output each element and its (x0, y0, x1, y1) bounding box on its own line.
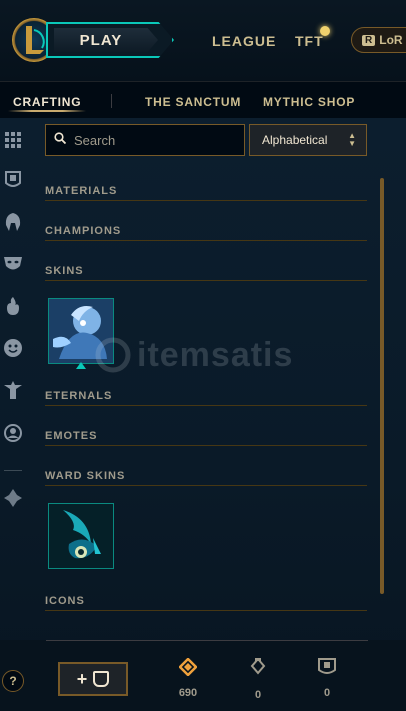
tab-separator (111, 94, 112, 108)
bottom-divider (46, 640, 368, 641)
orange-essence-icon (178, 657, 198, 677)
crafting-panel: Alphabetical ▲▼ MATERIALS CHAMPIONS SKIN… (0, 118, 406, 711)
help-button[interactable]: ? (2, 670, 24, 692)
updown-chevron-icon: ▲ ▼ (348, 131, 356, 148)
bottom-bar: ? + 690 0 0 (0, 640, 406, 711)
watermark-logo-icon (95, 337, 131, 373)
play-button-label: PLAY (79, 31, 123, 49)
ward-skin-tile[interactable] (48, 503, 114, 569)
top-bar: PLAY LEAGUE TFT R LoR (0, 0, 406, 82)
section-eternals[interactable]: ETERNALS (45, 386, 367, 406)
chest-icon (93, 671, 110, 687)
watermark: itemsatis (95, 332, 325, 378)
search-input[interactable] (74, 132, 234, 148)
section-materials[interactable]: MATERIALS (45, 181, 367, 201)
section-label: SKINS (45, 265, 84, 277)
chest-value: 0 (323, 687, 331, 699)
lor-badge-icon: R (362, 34, 376, 46)
scrollbar[interactable] (380, 178, 384, 594)
lor-button[interactable]: R LoR (351, 27, 406, 53)
section-label: ICONS (45, 595, 85, 607)
filter-icon[interactable] (3, 488, 23, 508)
section-label: MATERIALS (45, 185, 118, 197)
section-label: WARD SKINS (45, 470, 126, 482)
section-label: CHAMPIONS (45, 225, 122, 237)
chest-icon (318, 658, 336, 674)
orange-essence-counter: 690 (173, 657, 203, 699)
orange-essence-value: 690 (178, 687, 198, 699)
chest-icon[interactable] (3, 170, 23, 190)
key-fragment-counter: 0 (243, 657, 273, 701)
sort-dropdown[interactable]: Alphabetical ▲ ▼ (249, 124, 367, 156)
nav-league[interactable]: LEAGUE (212, 33, 276, 49)
plus-icon: + (76, 668, 88, 689)
ward-skin-image (49, 504, 113, 568)
tab-crafting[interactable]: CRAFTING (13, 95, 81, 109)
search-box[interactable] (45, 124, 245, 156)
emote-icon[interactable] (3, 338, 23, 358)
flame-icon[interactable] (3, 296, 23, 316)
active-tab-underline (8, 110, 86, 112)
sub-tabs: CRAFTING THE SANCTUM MYTHIC SHOP (0, 82, 406, 118)
section-emotes[interactable]: EMOTES (45, 426, 367, 446)
sort-value: Alphabetical (262, 133, 328, 147)
section-label: ETERNALS (45, 390, 113, 402)
sidebar-divider (4, 470, 22, 471)
section-label: EMOTES (45, 430, 98, 442)
search-icon (54, 131, 67, 149)
helmet-icon[interactable] (3, 212, 23, 232)
selected-marker-icon (76, 362, 86, 369)
mask-icon[interactable] (3, 254, 23, 274)
section-icons[interactable]: ICONS (45, 591, 367, 611)
tab-mythic-shop[interactable]: MYTHIC SHOP (263, 95, 355, 109)
chest-counter: 0 (312, 658, 342, 699)
craft-key-button[interactable]: + (58, 662, 128, 696)
section-skins[interactable]: SKINS (45, 261, 367, 281)
profile-icon[interactable] (3, 423, 23, 443)
grid-icon[interactable] (3, 130, 23, 150)
tab-the-sanctum[interactable]: THE SANCTUM (145, 95, 241, 109)
watermark-text: itemsatis (137, 335, 294, 374)
section-ward-skins[interactable]: WARD SKINS (45, 466, 367, 486)
lor-label: LoR (379, 33, 403, 47)
notification-dot (320, 26, 330, 36)
play-button[interactable]: PLAY (46, 22, 174, 58)
section-champions[interactable]: CHAMPIONS (45, 221, 367, 241)
ward-icon[interactable] (3, 380, 23, 400)
key-icon (250, 657, 266, 675)
nav-tft[interactable]: TFT (295, 33, 324, 49)
key-fragment-value: 0 (254, 689, 262, 701)
